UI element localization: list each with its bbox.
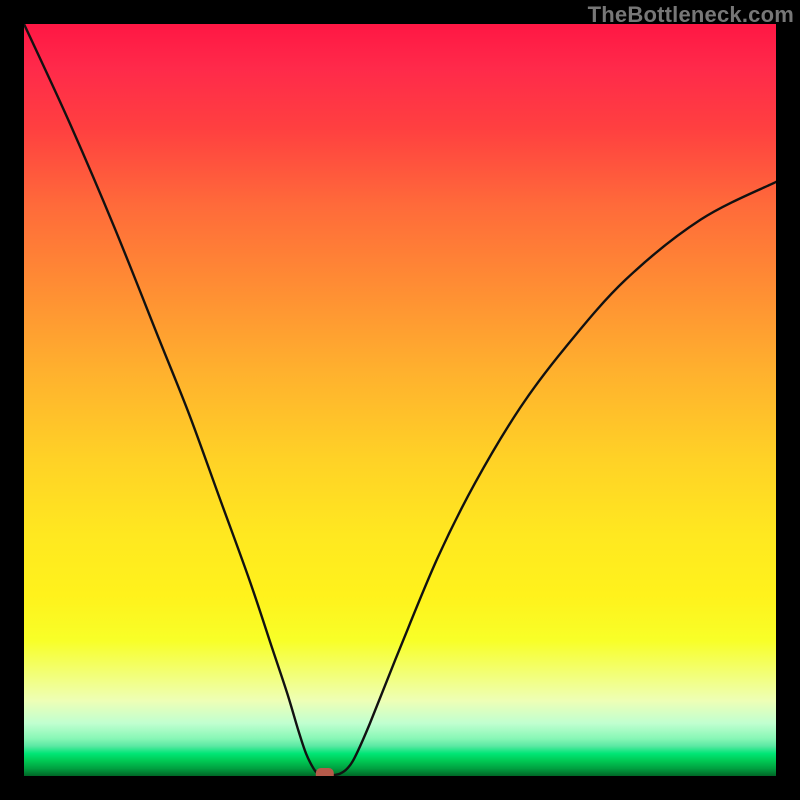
minimum-marker: [316, 768, 334, 776]
plot-area: [24, 24, 776, 776]
curve-svg: [24, 24, 776, 776]
bottleneck-curve: [24, 24, 776, 776]
chart-container: TheBottleneck.com: [0, 0, 800, 800]
